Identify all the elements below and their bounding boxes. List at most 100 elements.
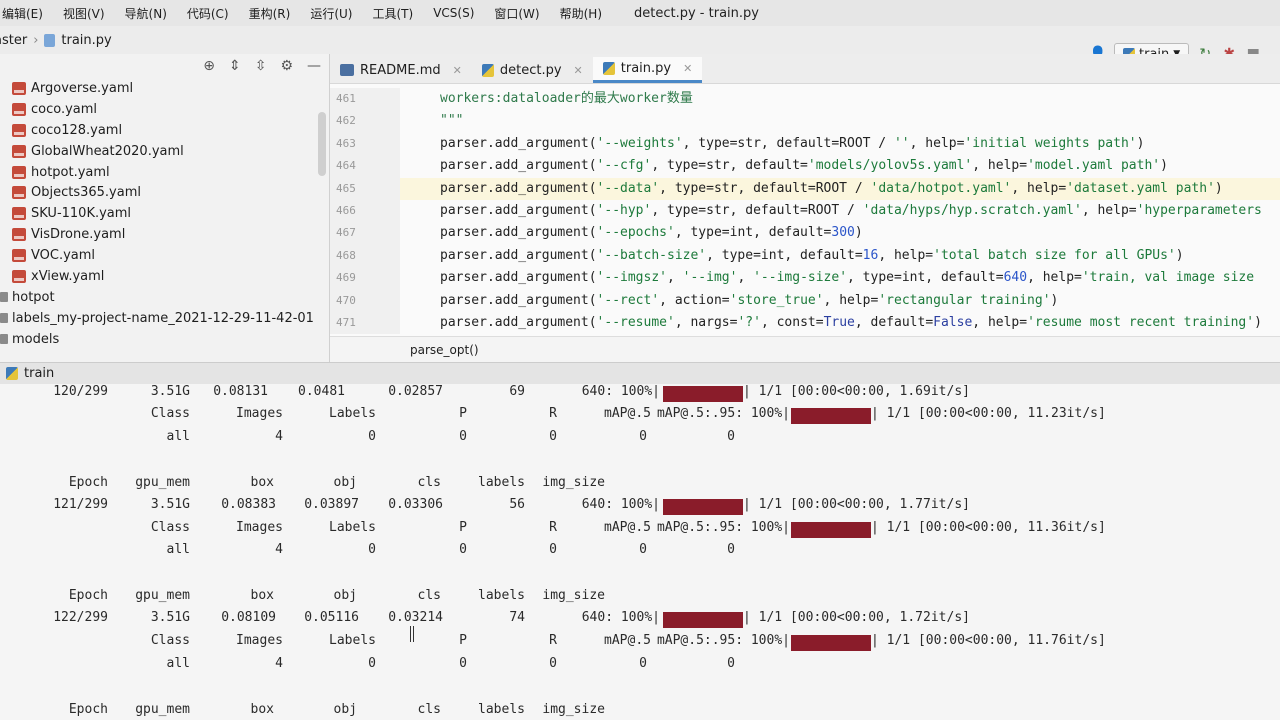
code-line[interactable]: parser.add_argument('--data', type=str, … — [400, 177, 1280, 200]
yaml-file-icon — [12, 269, 26, 283]
console-cell: labels — [478, 475, 525, 490]
code-token: 'rectangular training' — [878, 292, 1051, 308]
tree-item[interactable]: models — [0, 329, 329, 350]
code-line[interactable]: parser.add_argument('--resume', nargs='?… — [400, 312, 1280, 334]
tree-item[interactable]: VisDrone.yaml — [0, 224, 329, 245]
console-cell: cls — [417, 588, 441, 603]
console-cell: 3.51G — [150, 497, 190, 512]
code-token: '--imgsz' — [596, 270, 667, 286]
console-cell: 0 — [368, 656, 376, 671]
console-cell: 0.02857 — [388, 384, 443, 399]
code-line[interactable]: parser.add_argument('--cfg', type=str, d… — [400, 155, 1280, 177]
code-token: parser.add_argument( — [440, 314, 597, 330]
nav-file[interactable]: train.py — [61, 33, 111, 48]
code-line-text: parser.add_argument('--weights', type=st… — [400, 133, 1144, 155]
code-token: ) — [1175, 247, 1184, 263]
close-icon[interactable]: ✕ — [453, 64, 462, 77]
console-cell: Images — [236, 633, 283, 648]
tree-item[interactable]: GlobalWheat2020.yaml — [0, 141, 329, 162]
collapse-all-icon[interactable]: ⇳ — [255, 58, 267, 74]
tree-item[interactable]: Argoverse.yaml — [0, 78, 329, 99]
menu-item[interactable]: VCS(S) — [417, 6, 484, 20]
code-area[interactable]: workers:dataloader的最大worker数量 """ parser.a… — [400, 88, 1280, 334]
menu-item[interactable]: 编辑(E) — [0, 5, 53, 22]
navigation-bar: aster › train.py — [0, 26, 1280, 54]
code-token: , help= — [1011, 180, 1067, 196]
console-line: Class Images Labels P RmAP@.5 mAP@.5:.95: 100… — [0, 633, 1280, 655]
editor-tab[interactable]: train.py ✕ — [592, 57, 703, 83]
tree-item[interactable]: coco128.yaml — [0, 120, 329, 141]
line-number: 469 — [336, 271, 356, 285]
code-token: , type=int, default= — [847, 270, 1004, 286]
code-token: 'train, val image size — [1081, 270, 1255, 286]
editor-tab[interactable]: README.md ✕ — [330, 57, 472, 83]
console-cell: 56 — [509, 497, 525, 512]
yaml-file-icon — [12, 123, 26, 137]
run-tab-label[interactable]: train — [24, 366, 54, 381]
tree-item[interactable]: hotpot — [0, 287, 329, 308]
console-cell: 640: 100%| — [581, 384, 660, 399]
code-line[interactable]: parser.add_argument('--rect', action='st… — [400, 290, 1280, 312]
menu-item[interactable]: 导航(N) — [109, 5, 177, 22]
tree-item[interactable]: coco.yaml — [0, 99, 329, 120]
locate-icon[interactable]: ⊕ — [203, 58, 215, 74]
console-cell: gpu_mem — [135, 588, 190, 603]
menu-item[interactable]: 视图(V) — [47, 5, 115, 22]
menu-item[interactable]: 重构(R) — [233, 5, 301, 22]
console-cell: 0 — [459, 542, 467, 557]
tree-item[interactable]: hotpot.yaml — [0, 162, 329, 183]
console-cell: obj — [333, 702, 357, 717]
folder-icon — [0, 313, 8, 324]
tree-item[interactable]: labels_my-project-name_2021-12-29-11-42-… — [0, 308, 329, 329]
console-cell: R — [549, 406, 557, 421]
code-line[interactable]: workers:dataloader的最大worker数量 — [400, 88, 1280, 110]
menu-item[interactable]: 窗口(W) — [478, 5, 549, 22]
console-cell: Epoch — [68, 475, 108, 490]
breadcrumb[interactable]: parse_opt() — [330, 336, 1280, 362]
close-icon[interactable]: ✕ — [683, 62, 692, 75]
menu-item[interactable]: 帮助(H) — [544, 5, 612, 22]
code-line[interactable]: parser.add_argument('--hyp', type=str, d… — [400, 200, 1280, 222]
tree-item-label: VisDrone.yaml — [31, 227, 126, 243]
code-line[interactable]: parser.add_argument('--batch-size', type… — [400, 245, 1280, 267]
tree-item[interactable]: Objects365.yaml — [0, 182, 329, 203]
tree-item[interactable]: VOC.yaml — [0, 245, 329, 266]
console-cell: | 1/1 [00:00<00:00, 11.23it/s] — [871, 406, 1106, 421]
progress-bar — [663, 386, 743, 402]
editor-tab-label: README.md — [360, 62, 441, 78]
code-line[interactable]: parser.add_argument('--epochs', type=int… — [400, 222, 1280, 244]
code-line-text: parser.add_argument('--resume', nargs='?… — [400, 312, 1262, 334]
python-file-icon — [44, 33, 56, 47]
minimize-icon[interactable]: — — [307, 58, 321, 74]
progress-bar — [791, 522, 871, 538]
nav-branch[interactable]: aster — [0, 33, 27, 48]
code-line[interactable]: """ — [400, 110, 1280, 132]
console-cell: 0 — [549, 542, 557, 557]
code-token: parser.add_argument( — [440, 180, 597, 196]
project-scrollbar[interactable] — [318, 112, 326, 176]
code-token: False — [933, 314, 973, 330]
line-number: 467 — [336, 226, 356, 240]
tree-item[interactable]: SKU-110K.yaml — [0, 203, 329, 224]
run-console[interactable]: 120/299 3.51G 0.08131 0.0481 0.02857 69 640: 1… — [0, 384, 1280, 720]
tree-item[interactable]: xView.yaml — [0, 266, 329, 287]
code-token: , help= — [1027, 270, 1082, 286]
console-line: Class Images Labels P RmAP@.5 mAP@.5:.95: 100… — [0, 520, 1280, 542]
code-line[interactable]: parser.add_argument('--weights', type=st… — [400, 133, 1280, 155]
console-cell: cls — [417, 475, 441, 490]
python-file-icon — [6, 367, 18, 380]
console-cell: mAP@.5:.95: 100%| — [656, 633, 790, 648]
code-line[interactable]: parser.add_argument('--imgsz', '--img' , … — [400, 267, 1280, 289]
console-cell: 3.51G — [150, 610, 190, 625]
code-token: , — [667, 270, 683, 286]
menu-item[interactable]: 代码(C) — [171, 5, 239, 22]
menu-item[interactable]: 工具(T) — [356, 5, 423, 22]
line-number: 464 — [336, 159, 356, 173]
menu-item[interactable]: 运行(U) — [294, 5, 362, 22]
console-cell: 122/299 — [53, 610, 108, 625]
expand-all-icon[interactable]: ⇕ — [229, 58, 241, 74]
gear-icon[interactable]: ⚙ — [280, 58, 293, 74]
editor-tab[interactable]: detect.py ✕ — [472, 57, 593, 83]
close-icon[interactable]: ✕ — [574, 64, 583, 77]
console-cell: img_size — [542, 475, 605, 490]
